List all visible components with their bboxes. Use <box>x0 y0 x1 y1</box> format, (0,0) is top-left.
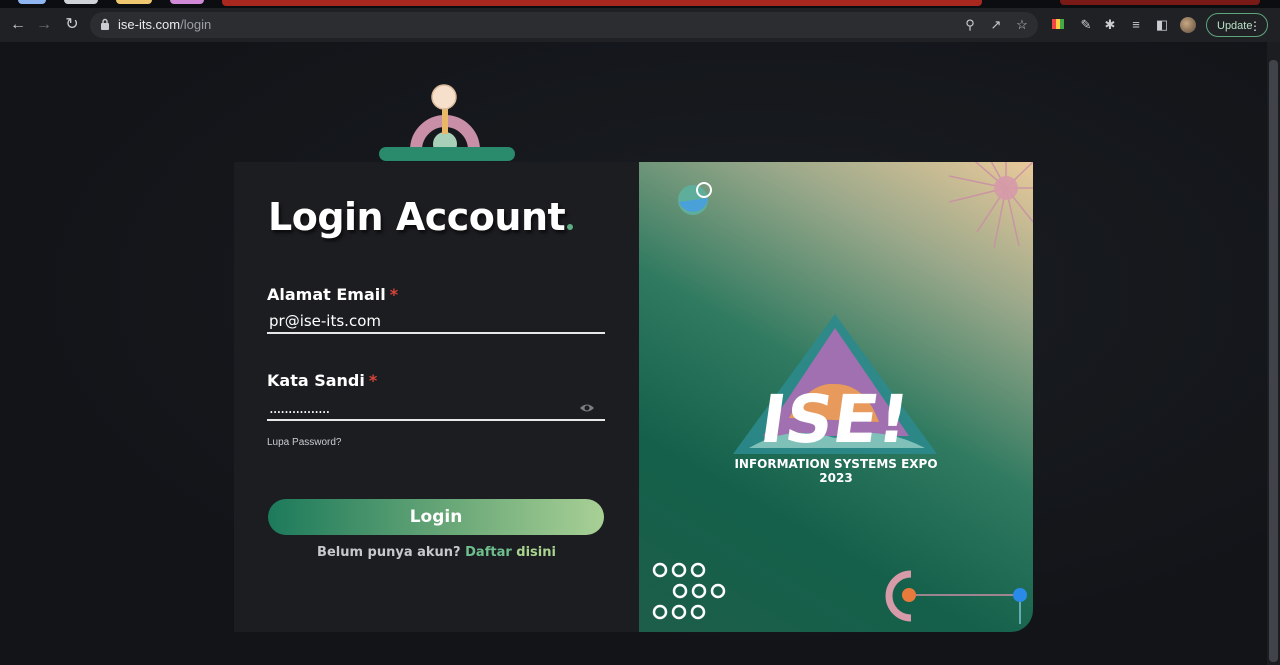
address-bar[interactable]: ise-its.com/login ⚲ ↗ ☆ <box>90 12 1038 38</box>
circle-pattern-decoration <box>652 562 726 620</box>
ise-banner: ISE! <box>639 162 1033 632</box>
side-panel-icon[interactable]: ◧ <box>1154 17 1170 33</box>
extension-color-icon[interactable] <box>1050 17 1066 33</box>
show-password-eye-icon[interactable] <box>579 402 595 414</box>
menu-dots-icon[interactable]: ⋮ <box>1249 14 1261 38</box>
signup-link-daftar[interactable]: Daftar <box>465 545 512 560</box>
bookmark-star-icon[interactable]: ☆ <box>1014 17 1030 33</box>
required-marker: * <box>389 285 399 304</box>
url-host: ise-its.com <box>118 17 181 32</box>
profile-avatar[interactable] <box>1180 17 1196 33</box>
password-field[interactable] <box>267 397 605 421</box>
email-label: Alamat Email * <box>267 285 398 304</box>
address-url[interactable]: ise-its.com/login <box>118 17 211 32</box>
scrollbar-thumb[interactable] <box>1269 60 1278 662</box>
page-scrollbar[interactable] <box>1267 42 1280 665</box>
banner-artwork: ISE! <box>652 162 1033 624</box>
page-title: Login Account <box>268 195 574 239</box>
password-label: Kata Sandi * <box>267 371 377 390</box>
reload-icon[interactable]: ↻ <box>62 15 82 35</box>
update-label: Update <box>1217 20 1253 32</box>
sunburst-decoration <box>948 162 1033 249</box>
ise-logo-text: ISE! <box>756 380 914 458</box>
back-icon[interactable]: ← <box>8 15 28 35</box>
email-field[interactable] <box>267 310 605 334</box>
title-dot-decoration <box>567 224 574 230</box>
required-marker: * <box>368 371 378 390</box>
mascot-illustration <box>379 84 515 161</box>
login-button[interactable]: Login <box>268 499 604 535</box>
forward-icon[interactable]: → <box>34 15 54 35</box>
caption-line-1: INFORMATION SYSTEMS EXPO <box>734 457 938 471</box>
browser-toolbar: ← → ↻ ise-its.com/login ⚲ ↗ ☆ ✎ ✱ ≡ ◧ Up… <box>0 8 1280 43</box>
caption-line-2: 2023 <box>819 471 853 485</box>
signup-prompt: Belum punya akun? Daftar disini <box>234 545 639 560</box>
signup-prompt-text: Belum punya akun? <box>317 545 461 560</box>
tab-strip <box>0 0 1280 8</box>
lock-icon <box>101 18 109 30</box>
key-icon[interactable]: ⚲ <box>962 17 978 33</box>
update-button[interactable]: Update ⋮ <box>1206 13 1268 37</box>
extensions-puzzle-icon[interactable]: ✱ <box>1102 17 1118 33</box>
extension-pen-icon[interactable]: ✎ <box>1078 17 1094 33</box>
ise-caption: INFORMATION SYSTEMS EXPO 2023 <box>639 457 1033 485</box>
forgot-password-link[interactable]: Lupa Password? <box>267 437 342 448</box>
url-path: /login <box>180 17 212 32</box>
password-label-text: Kata Sandi <box>267 371 365 390</box>
media-playlist-icon[interactable]: ≡ <box>1128 17 1144 33</box>
share-icon[interactable]: ↗ <box>988 17 1004 33</box>
page-title-text: Login Account <box>268 195 566 239</box>
email-label-text: Alamat Email <box>267 285 386 304</box>
signup-link-disini[interactable]: disini <box>516 545 556 560</box>
